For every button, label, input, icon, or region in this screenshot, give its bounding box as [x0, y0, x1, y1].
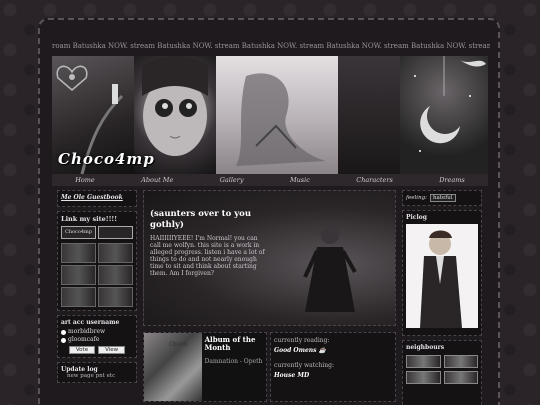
piclog-title: Piclog — [406, 214, 427, 221]
linked-button[interactable] — [98, 265, 133, 285]
left-sidebar: Me Ole Guestbook Link my site!!!! Choco4… — [57, 190, 137, 387]
guestbook-link[interactable]: Me Ole Guestbook — [61, 194, 133, 203]
watching-label: currently watching: — [274, 362, 334, 369]
album-title: Album of the Month — [204, 335, 256, 352]
album-cover-logo: Opeth — [169, 341, 188, 348]
nav-gallery[interactable]: Gallery — [220, 176, 244, 184]
nav-characters[interactable]: Characters — [356, 176, 393, 184]
linked-button[interactable] — [98, 243, 133, 263]
site-button[interactable]: Choco4mp — [61, 226, 96, 239]
marquee-banner: roam Batushka NOW. stream Batushka NOW. … — [52, 42, 490, 50]
neighbour-button[interactable] — [443, 371, 478, 384]
album-of-month-box: Opeth Album of the Month Damnation - Ope… — [143, 332, 267, 402]
neighbours-box: neighbours — [402, 340, 482, 405]
radio-button[interactable] — [61, 329, 66, 335]
update-log-title: Update log — [61, 366, 98, 373]
neighbour-button[interactable] — [406, 371, 441, 384]
update-log-box: Update log new page pnt etc — [57, 362, 137, 383]
view-button[interactable]: View — [98, 346, 126, 354]
link-site-label: Link my site!!!! — [61, 215, 118, 223]
banner-image-moon — [400, 56, 488, 174]
vote-button[interactable]: Vote — [68, 346, 96, 354]
neighbour-button[interactable] — [406, 355, 441, 368]
gothic-figure-illustration — [303, 226, 357, 312]
currently-box: currently reading: Good Omens ☕ currentl… — [270, 332, 396, 402]
nav-home[interactable]: Home — [75, 176, 95, 184]
link-site-box: Link my site!!!! Choco4mp — [57, 211, 137, 311]
feeling-label: feeling: — [406, 195, 427, 201]
reading-title: Good Omens — [274, 347, 317, 354]
guestbook-box: Me Ole Guestbook — [57, 190, 137, 207]
site-title: Choco4mp — [58, 150, 155, 168]
radio-button[interactable] — [61, 337, 66, 343]
nav-about-me[interactable]: About Me — [141, 176, 173, 184]
banner-image-wolf — [216, 56, 338, 174]
banner-image-dark — [338, 56, 400, 174]
intro-body: HAIIIIIIYEEE! I'm Normal! you can call m… — [150, 235, 265, 277]
poll-box: art acc username morbidbrew gloomcafe Vo… — [57, 315, 137, 358]
nav-music[interactable]: Music — [290, 176, 310, 184]
intro-heading: (saunters over to you gothly) — [150, 209, 252, 230]
reading-label: currently reading: — [274, 337, 330, 344]
coffee-icon: ☕ — [318, 347, 327, 354]
piclog-image[interactable] — [406, 224, 478, 328]
neighbours-title: neighbours — [406, 344, 445, 351]
linked-button[interactable] — [98, 287, 133, 307]
poll-title: art acc username — [61, 319, 120, 326]
linked-button[interactable] — [61, 265, 96, 285]
ribbon-bow-icon — [460, 60, 486, 67]
watching-value: House MD — [274, 372, 310, 379]
mood-badge: hateful — [429, 194, 456, 202]
update-log-item: new page pnt etc — [67, 373, 116, 379]
site-button-code[interactable] — [98, 226, 133, 239]
album-cover: Opeth — [144, 333, 202, 401]
button-collection — [61, 243, 133, 307]
main-nav: Home About Me Gallery Music Characters D… — [52, 174, 488, 186]
piclog-box: Piclog — [402, 210, 482, 336]
album-artist: Damnation - Opeth — [204, 358, 263, 365]
reading-value: Good Omens ☕ — [274, 347, 392, 354]
neighbour-button[interactable] — [443, 355, 478, 368]
linked-button[interactable] — [61, 243, 96, 263]
poll-option-label: gloomcafe — [68, 336, 100, 343]
poll-option[interactable]: gloomcafe — [61, 336, 133, 344]
linked-button[interactable] — [61, 287, 96, 307]
feeling-box: feeling: hateful — [402, 190, 482, 206]
intro-section: (saunters over to you gothly) HAIIIIIIYE… — [143, 190, 396, 326]
poll-option[interactable]: morbidbrew — [61, 328, 133, 336]
main-content: (saunters over to you gothly) HAIIIIIIYE… — [143, 190, 396, 405]
nav-dreams[interactable]: Dreams — [439, 176, 465, 184]
right-sidebar: feeling: hateful Piclog neighbours — [402, 190, 482, 405]
poll-option-label: morbidbrew — [68, 328, 106, 335]
